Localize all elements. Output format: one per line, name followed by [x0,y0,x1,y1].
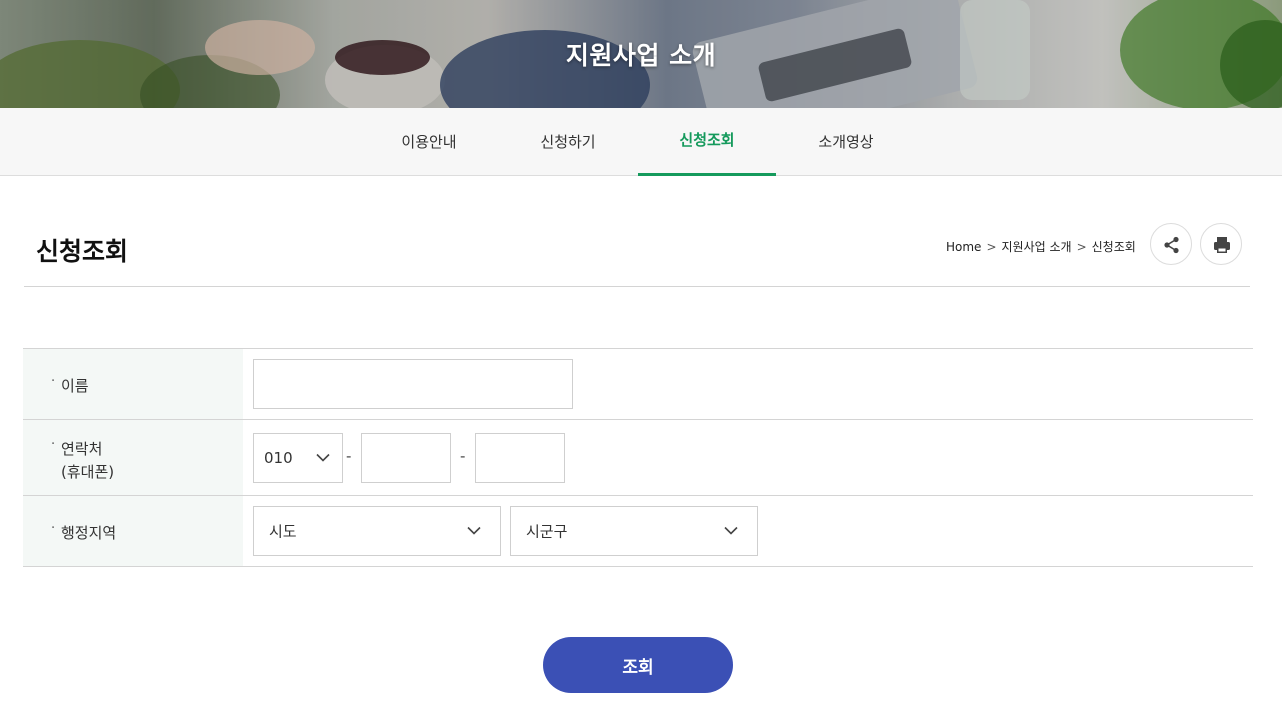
tab-intro-video[interactable]: 소개영상 [777,108,915,175]
region-label-text: 행정지역 [61,524,117,542]
label-bullet: · [51,437,56,452]
title-divider [24,286,1250,287]
breadcrumb: Home > 지원사업 소개 > 신청조회 [946,238,1136,255]
tab-application-inquiry[interactable]: 신청조회 [638,108,776,176]
region-label: · 행정지역 [23,496,243,566]
phone-label-line1: 연락처 [61,440,103,458]
sigungu-select[interactable]: 시군구 [510,506,758,556]
name-label-text: 이름 [61,377,89,395]
phone-label-line2: (휴대폰) [61,463,115,481]
label-bullet: · [51,374,56,389]
print-button[interactable] [1200,223,1242,265]
share-icon [1164,236,1179,254]
breadcrumb-current: 신청조회 [1091,240,1136,254]
phone-label: · 연락처 (휴대폰) [23,420,243,495]
form-row-region: · 행정지역 시도 시군구 [23,496,1253,567]
tab-apply[interactable]: 신청하기 [499,108,637,175]
phone-separator: - [460,447,466,465]
name-input[interactable] [253,359,573,409]
phone-prefix-select[interactable]: 010 [253,433,343,483]
print-icon [1214,237,1230,253]
tab-usage-guide[interactable]: 이용안내 [360,108,498,175]
page-title: 신청조회 [36,237,129,266]
phone-last-input[interactable] [475,433,565,483]
phone-prefix-value: 010 [264,449,293,467]
share-button[interactable] [1150,223,1192,265]
breadcrumb-home[interactable]: Home [946,240,981,254]
name-label: · 이름 [23,349,243,419]
phone-separator: - [346,447,352,465]
hero-title: 지원사업 소개 [565,41,717,70]
sido-select[interactable]: 시도 [253,506,501,556]
sigungu-value: 시군구 [526,522,568,541]
breadcrumb-separator: > [1076,240,1087,254]
chevron-down-icon [467,526,481,535]
tab-bar: 이용안내 신청하기 신청조회 소개영상 [0,108,1282,176]
breadcrumb-section[interactable]: 지원사업 소개 [1002,240,1072,254]
sido-value: 시도 [269,522,297,541]
chevron-down-icon [316,453,330,462]
label-bullet: · [51,521,56,536]
chevron-down-icon [724,526,738,535]
form-row-phone: · 연락처 (휴대폰) 010 - - [23,420,1253,496]
form-row-name: · 이름 [23,349,1253,420]
inquiry-form: · 이름 · 연락처 (휴대폰) 010 - - · 행정지역 시도 시군구 [23,348,1253,567]
phone-middle-input[interactable] [361,433,451,483]
inquiry-submit-button[interactable]: 조회 [543,637,733,693]
breadcrumb-separator: > [986,240,997,254]
hero-banner: 지원사업 소개 [0,0,1282,108]
